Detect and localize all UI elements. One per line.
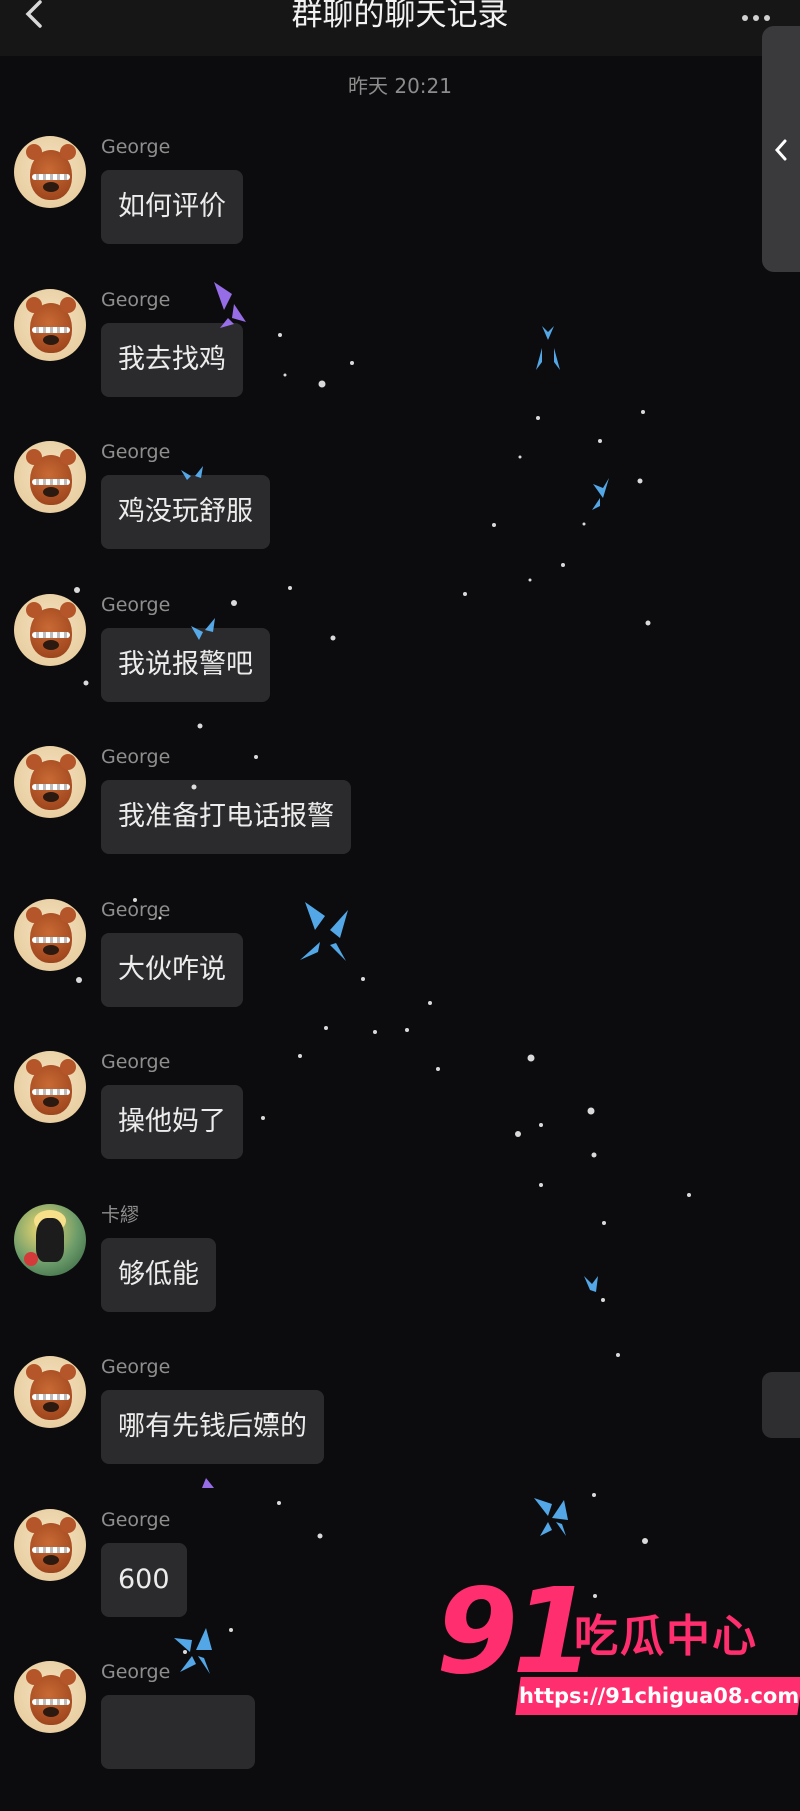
message-item: George 我准备打电话报警	[0, 746, 760, 896]
sender-name: George	[101, 746, 171, 768]
side-panel-handle[interactable]	[762, 1372, 800, 1438]
sender-name: George	[101, 1509, 171, 1531]
side-panel-tab[interactable]	[762, 26, 800, 272]
user-avatar[interactable]	[14, 1661, 86, 1733]
message-item: George 操他妈了	[0, 1051, 760, 1201]
user-avatar[interactable]	[14, 1051, 86, 1123]
message-bubble[interactable]	[101, 1695, 255, 1769]
user-avatar[interactable]	[14, 1509, 86, 1581]
message-bubble[interactable]: 600	[101, 1543, 187, 1617]
sender-name: George	[101, 136, 171, 158]
message-bubble[interactable]: 大伙咋说	[101, 933, 243, 1007]
message-item: George 哪有先钱后嫖的	[0, 1356, 760, 1506]
top-bar: 群聊的聊天记录	[0, 0, 800, 56]
user-avatar[interactable]	[14, 594, 86, 666]
message-bubble[interactable]: 如何评价	[101, 170, 243, 244]
message-bubble[interactable]: 鸡没玩舒服	[101, 475, 270, 549]
watermark-url: https://91chigua08.com	[515, 1677, 800, 1715]
message-bubble[interactable]: 我去找鸡	[101, 323, 243, 397]
message-bubble[interactable]: 操他妈了	[101, 1085, 243, 1159]
site-watermark: 91 吃瓜中心 https://91chigua08.com	[436, 1572, 800, 1732]
watermark-text: 吃瓜中心	[574, 1611, 758, 1662]
chevron-left-icon	[774, 139, 787, 161]
more-options-icon[interactable]	[742, 6, 782, 21]
sender-name: George	[101, 441, 171, 463]
message-item: 卡繆 够低能	[0, 1204, 760, 1354]
watermark-number: 91	[436, 1562, 594, 1700]
message-item: George 我去找鸡	[0, 289, 760, 439]
sender-name: George	[101, 1661, 171, 1683]
message-bubble[interactable]: 够低能	[101, 1238, 216, 1312]
user-avatar[interactable]	[14, 746, 86, 818]
message-item: George 鸡没玩舒服	[0, 441, 760, 591]
sender-name: George	[101, 899, 171, 921]
message-item: George 大伙咋说	[0, 899, 760, 1049]
user-avatar[interactable]	[14, 899, 86, 971]
chat-timestamp: 昨天 20:21	[348, 74, 452, 98]
message-bubble[interactable]: 我准备打电话报警	[101, 780, 351, 854]
message-item: George 我说报警吧	[0, 594, 760, 744]
sender-name: George	[101, 594, 171, 616]
sender-name: George	[101, 289, 171, 311]
user-avatar[interactable]	[14, 441, 86, 513]
message-bubble[interactable]: 我说报警吧	[101, 628, 270, 702]
user-avatar[interactable]	[14, 289, 86, 361]
sender-name: George	[101, 1051, 171, 1073]
page-title: 群聊的聊天记录	[291, 0, 509, 33]
user-avatar[interactable]	[14, 136, 86, 208]
sender-name: 卡繆	[101, 1204, 140, 1226]
message-item: George 如何评价	[0, 136, 760, 286]
user-avatar[interactable]	[14, 1204, 86, 1276]
user-avatar[interactable]	[14, 1356, 86, 1428]
sender-name: George	[101, 1356, 171, 1378]
message-bubble[interactable]: 哪有先钱后嫖的	[101, 1390, 324, 1464]
